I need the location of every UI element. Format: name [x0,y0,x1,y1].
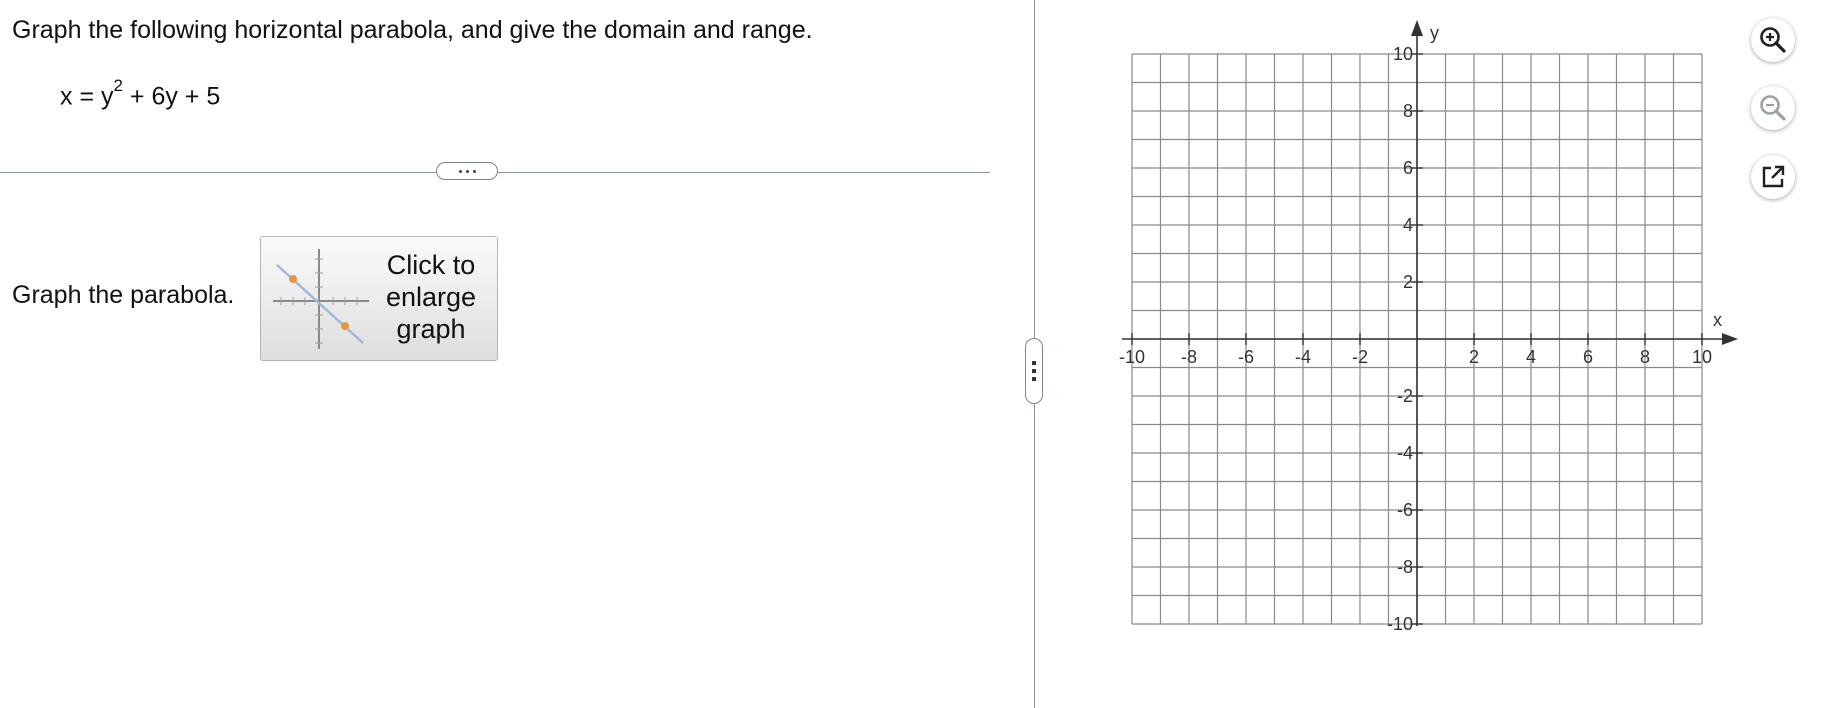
equation-exponent: 2 [113,76,123,95]
x-tick-label: 4 [1526,347,1536,367]
enlarge-graph-label-line: Click to [386,250,476,280]
y-tick-label: -8 [1397,557,1413,577]
y-tick-label: 10 [1393,44,1413,64]
y-axis-arrow-icon [1411,20,1423,36]
ellipsis-icon [465,169,469,173]
y-tick-label: 6 [1403,158,1413,178]
enlarge-graph-label-line: graph [396,314,466,344]
zoom-in-button[interactable] [1751,18,1795,62]
question-pane: Graph the following horizontal parabola,… [0,0,1000,699]
x-tick-label: 2 [1469,347,1479,367]
ellipsis-icon [458,169,462,173]
x-tick-label: -6 [1238,347,1254,367]
enlarge-graph-button[interactable]: Click to enlarge graph [260,236,498,361]
zoom-out-icon [1760,95,1786,121]
y-tick-label: 2 [1403,272,1413,292]
expand-question-button[interactable] [436,162,498,180]
equation-rest: + 6y + 5 [122,82,221,111]
pane-resize-handle[interactable] [1025,338,1043,404]
enlarge-graph-label: Click to enlarge graph [371,249,491,345]
x-tick-label: -8 [1181,347,1197,367]
x-tick-label: -2 [1352,347,1368,367]
ellipsis-icon [472,169,476,173]
graph-area[interactable]: -10 -8 -6 -4 -2 2 4 6 8 10 10 8 6 4 2 -2 -4 -6 -8 -10 x y [1100,0,1740,699]
x-tick-label: 10 [1692,347,1712,367]
y-tick-label: 4 [1403,215,1413,235]
y-tick-label: 8 [1403,101,1413,121]
line-graph-thumbnail-icon [273,249,369,349]
x-axis-label: x [1713,310,1722,330]
y-axis-label: y [1430,23,1439,43]
zoom-in-icon [1760,27,1786,53]
x-axis-arrow-icon [1722,333,1738,345]
x-tick-label: 6 [1583,347,1593,367]
popout-button[interactable] [1751,155,1795,199]
y-tick-label: -2 [1397,386,1413,406]
y-tick-label: -6 [1397,500,1413,520]
y-tick-label: -10 [1387,614,1413,634]
grip-icon [1032,361,1036,365]
x-tick-label: -4 [1295,347,1311,367]
equation: x = y2 + 6y + 5 [60,76,221,111]
x-tick-label: 8 [1640,347,1650,367]
graph-instruction: Graph the parabola. [12,281,235,309]
equation-lhs: x = y [60,82,114,111]
zoom-out-button[interactable] [1751,86,1795,130]
enlarge-graph-label-line: enlarge [385,282,477,312]
grip-icon [1032,377,1036,381]
y-tick-label: -4 [1397,443,1413,463]
question-prompt: Graph the following horizontal parabola,… [12,16,813,44]
grip-icon [1032,369,1036,373]
external-link-icon [1762,165,1785,188]
x-tick-label: -10 [1119,347,1145,367]
